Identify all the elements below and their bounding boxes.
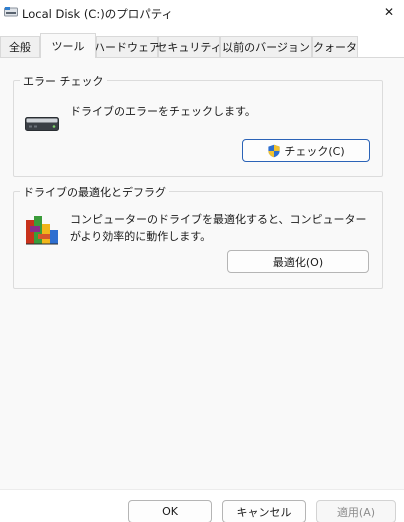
tab-general[interactable]: 全般	[0, 36, 40, 57]
close-button[interactable]: ✕	[374, 0, 404, 24]
uac-shield-icon	[267, 144, 281, 158]
close-icon: ✕	[383, 5, 395, 19]
error-check-description: ドライブのエラーをチェックします。	[70, 105, 256, 118]
optimize-group: ドライブの最適化とデフラグ コンピューターのドライブを最適化すると、コンピュータ…	[13, 184, 383, 289]
error-check-group: エラー チェック ドライブのエラーをチェックします。 チェック(C)	[13, 73, 383, 177]
title-bar: Local Disk (C:)のプロパティ ✕	[0, 0, 404, 32]
check-button-label: チェック(C)	[284, 144, 345, 158]
apply-button[interactable]: 適用(A)	[316, 500, 396, 522]
tab-hardware[interactable]: ハードウェア	[94, 36, 160, 57]
drive-icon	[25, 117, 59, 131]
optimize-title: ドライブの最適化とデフラグ	[20, 184, 169, 200]
tab-previous-versions[interactable]: 以前のバージョン	[220, 36, 312, 57]
properties-window: Local Disk (C:)のプロパティ ✕ 全般 ツール ハードウェア セキ…	[0, 0, 404, 522]
window-title: Local Disk (C:)のプロパティ	[22, 7, 174, 21]
drive-icon	[4, 6, 18, 18]
optimize-button[interactable]: 最適化(O)	[227, 250, 369, 273]
tab-quota[interactable]: クォータ	[312, 36, 358, 57]
dialog-footer: OK キャンセル 適用(A)	[0, 489, 404, 522]
defrag-icon	[24, 212, 60, 248]
tools-panel: エラー チェック ドライブのエラーをチェックします。 チェック(C) ドライブの…	[0, 57, 404, 489]
ok-button[interactable]: OK	[128, 500, 212, 522]
tab-security[interactable]: セキュリティ	[156, 36, 222, 57]
optimize-description: コンピューターのドライブを最適化すると、コンピューターがより効率的に動作します。	[70, 213, 367, 243]
cancel-button[interactable]: キャンセル	[222, 500, 306, 522]
check-button[interactable]: チェック(C)	[242, 139, 370, 162]
tab-strip: 全般 ツール ハードウェア セキュリティ 以前のバージョン クォータ	[0, 33, 404, 58]
error-check-title: エラー チェック	[20, 73, 107, 89]
tab-tools[interactable]: ツール	[40, 33, 96, 58]
